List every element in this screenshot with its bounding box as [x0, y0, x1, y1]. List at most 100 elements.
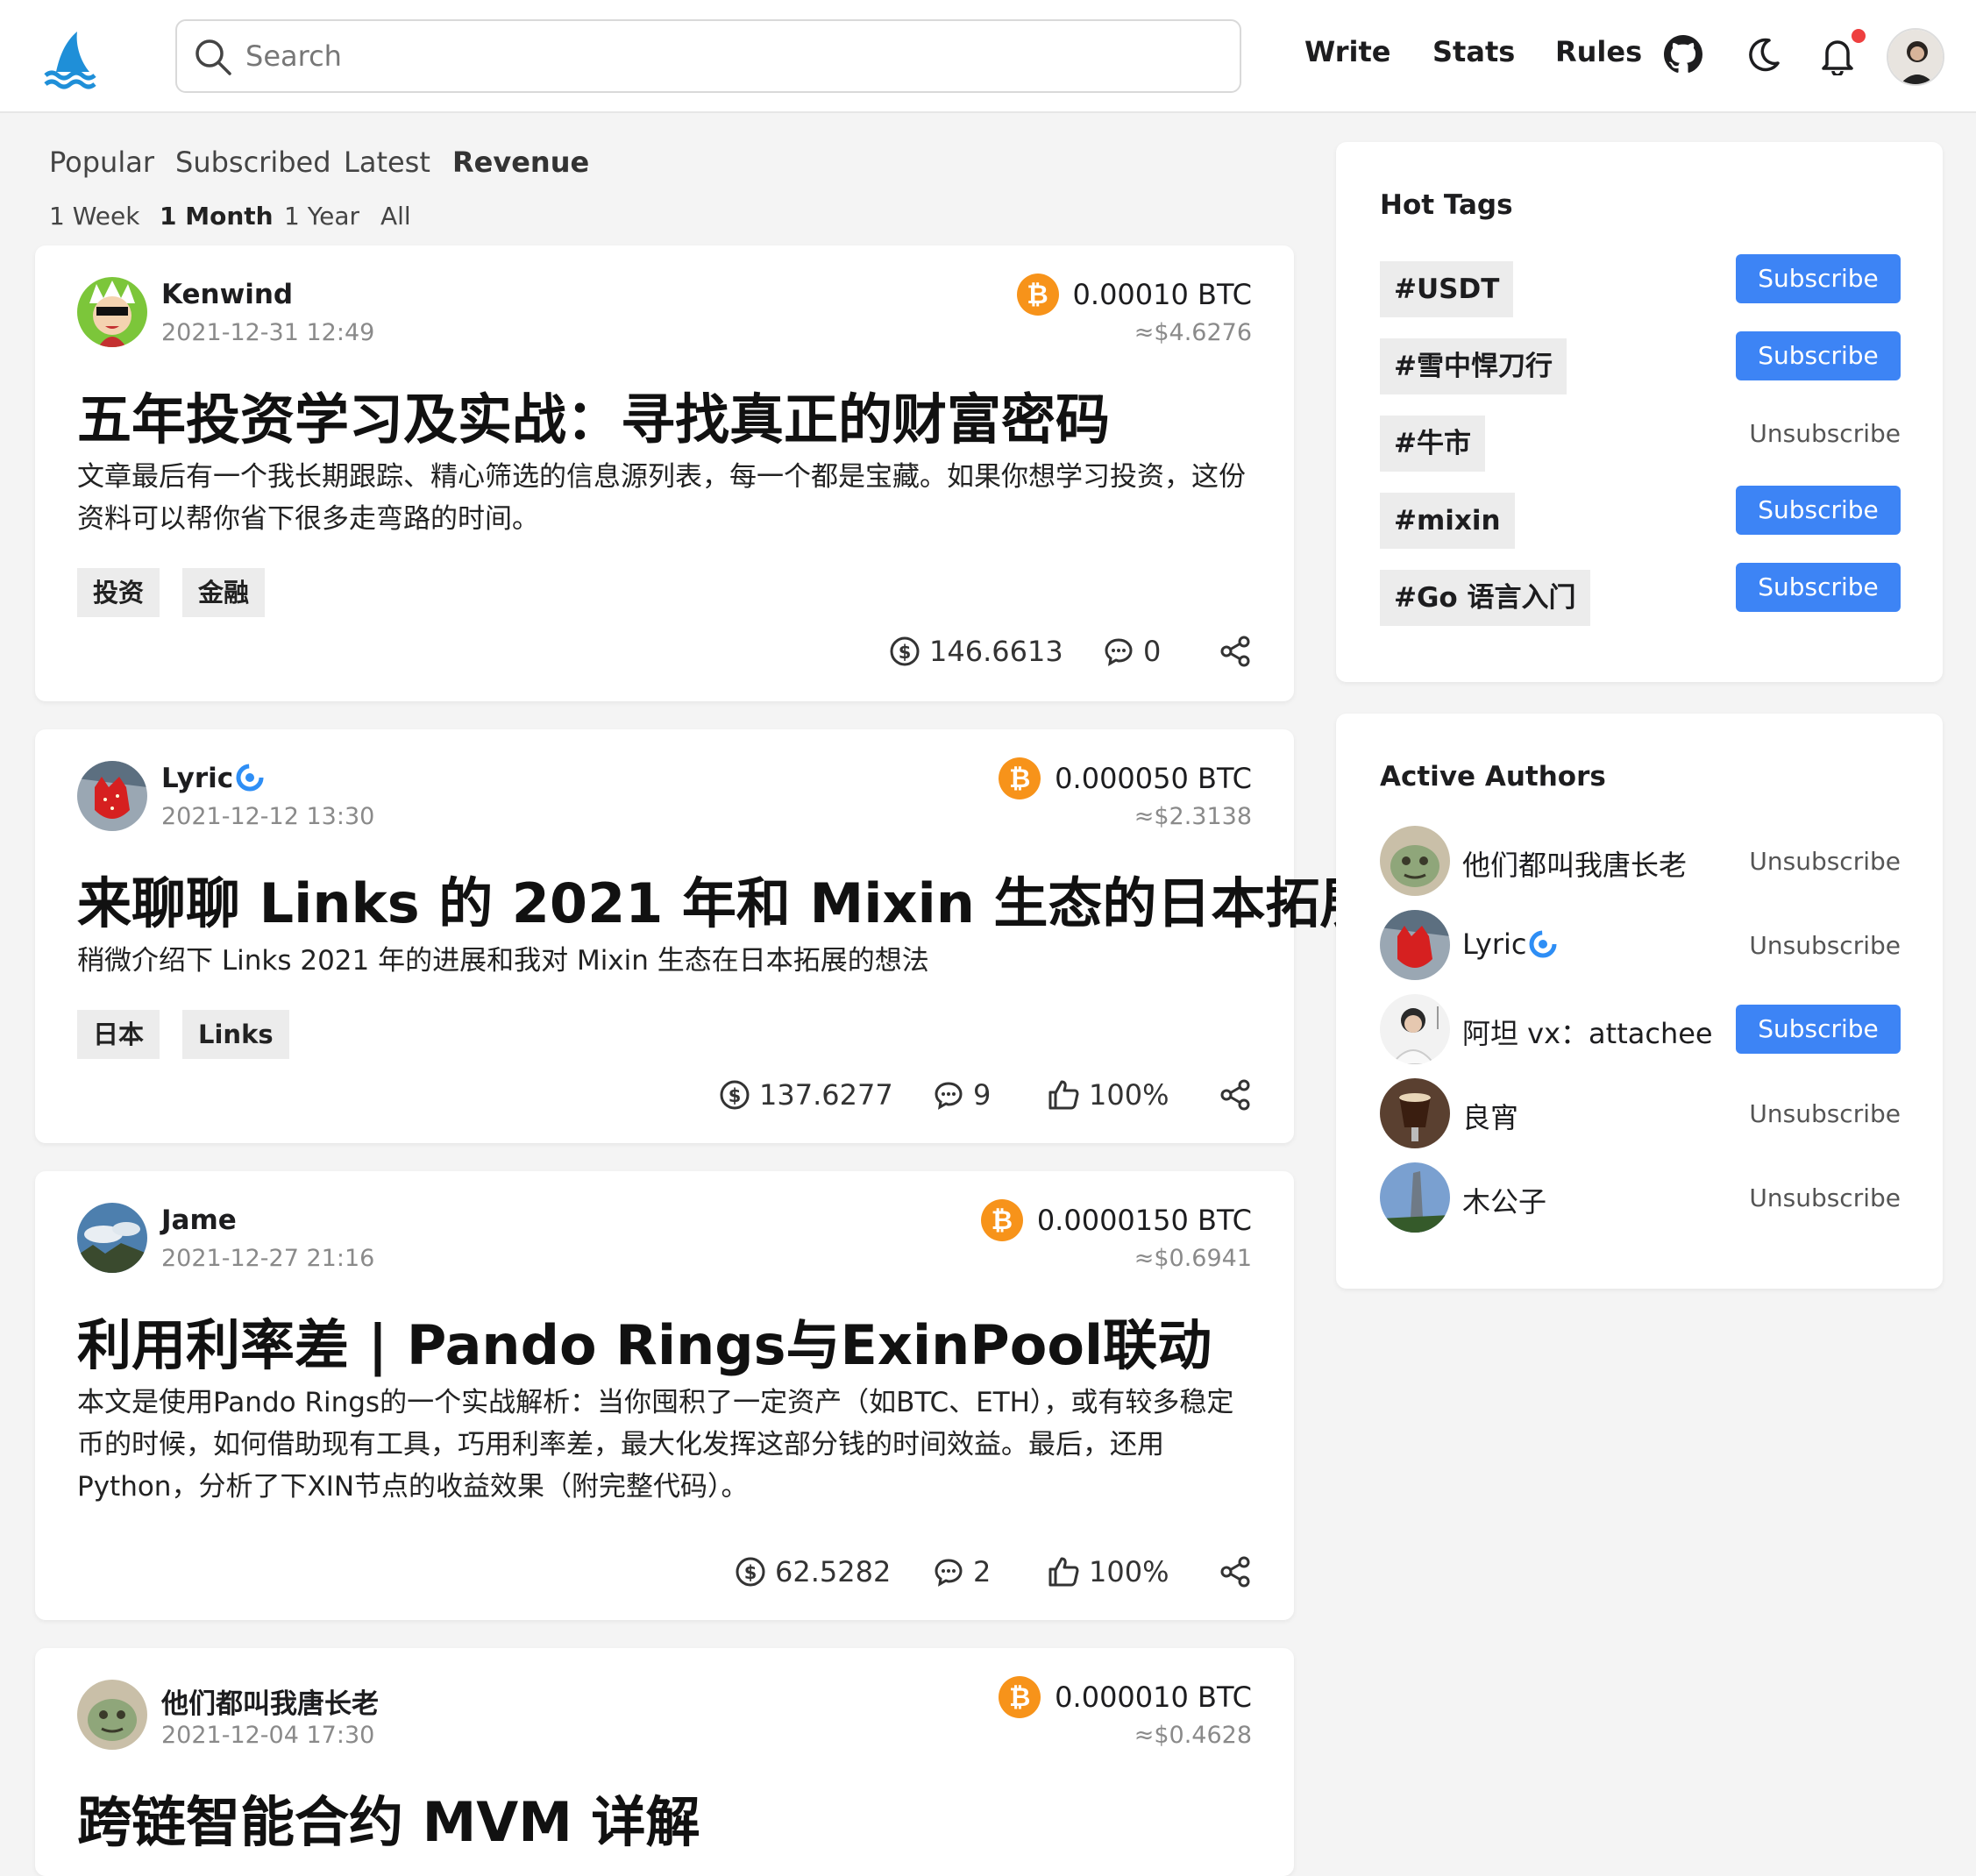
article-card[interactable]: Kenwind 2021-12-31 12:49 ₿ 0.00010 BTC ≈…	[35, 245, 1294, 701]
author-avatar[interactable]	[1380, 1078, 1450, 1148]
post-date: 2021-12-27 21:16	[161, 1245, 375, 1272]
subscribe-tag-button[interactable]: Subscribe	[1736, 254, 1901, 303]
active-author-name[interactable]: 阿坦 vx：attachee	[1462, 1012, 1713, 1052]
rules-link[interactable]: Rules	[1555, 35, 1642, 68]
active-authors-title: Active Authors	[1380, 761, 1606, 792]
comment-stat[interactable]: 0	[1103, 635, 1161, 668]
article-card[interactable]: 他们都叫我唐长老 2021-12-04 17:30 ₿ 0.000010 BTC…	[35, 1648, 1294, 1876]
stats-link[interactable]: Stats	[1432, 35, 1515, 68]
hot-tag[interactable]: #Go 语言入门	[1380, 570, 1590, 626]
unsubscribe-author-button[interactable]: Unsubscribe	[1749, 1099, 1901, 1128]
post-date: 2021-12-31 12:49	[161, 319, 375, 346]
subscribe-tag-button[interactable]: Subscribe	[1736, 331, 1901, 380]
share-button[interactable]	[1219, 635, 1252, 672]
author-avatar[interactable]	[77, 761, 147, 831]
subscribe-tag-button[interactable]: Subscribe	[1736, 563, 1901, 612]
comment-count: 9	[973, 1078, 992, 1112]
article-title[interactable]: 五年投资学习及实战：寻找真正的财富密码	[77, 375, 1110, 454]
author-avatar[interactable]	[77, 1203, 147, 1273]
author-avatar[interactable]	[1380, 994, 1450, 1064]
mixin-verified-icon	[1529, 930, 1557, 958]
active-author-name[interactable]: Lyric	[1462, 927, 1558, 961]
article-tag[interactable]: Links	[182, 1010, 289, 1059]
article-excerpt: 稍微介绍下 Links 2021 年的进展和我对 Mixin 生态在日本拓展的想…	[77, 945, 929, 977]
article-excerpt: 本文是使用Pando Rings的一个实战解析：当你囤积了一定资产（如BTC、E…	[77, 1387, 1234, 1503]
tab-popular[interactable]: Popular	[49, 146, 154, 179]
active-author-name[interactable]: 良宵	[1462, 1096, 1518, 1136]
author-name[interactable]: Jame	[161, 1204, 237, 1236]
post-date: 2021-12-04 17:30	[161, 1722, 375, 1749]
subscribe-author-button[interactable]: Subscribe	[1736, 1005, 1901, 1054]
revenue-stat: $ 146.6613	[889, 635, 1063, 668]
article-excerpt: 文章最后有一个我长期跟踪、精心筛选的信息源列表，每一个都是宝藏。如果你想学习投资…	[77, 461, 1246, 535]
like-stat[interactable]: 100%	[1047, 1555, 1169, 1588]
period-1-week[interactable]: 1 Week	[49, 202, 139, 231]
search-box[interactable]	[175, 19, 1241, 93]
period-1-month[interactable]: 1 Month	[160, 202, 274, 231]
author-avatar[interactable]	[77, 277, 147, 347]
author-name[interactable]: Kenwind	[161, 279, 293, 310]
bell-icon[interactable]	[1818, 35, 1857, 75]
article-tag[interactable]: 日本	[77, 1010, 160, 1059]
article-tag[interactable]: 金融	[182, 568, 266, 617]
period-all[interactable]: All	[380, 202, 411, 231]
moon-icon[interactable]	[1745, 35, 1783, 74]
active-author-name[interactable]: 木公子	[1462, 1180, 1546, 1220]
btc-price: 0.0000150 BTC	[1036, 1204, 1252, 1237]
author-name[interactable]: Lyric	[161, 763, 265, 794]
like-stat[interactable]: 100%	[1047, 1078, 1169, 1112]
unsubscribe-author-button[interactable]: Unsubscribe	[1749, 931, 1901, 960]
share-button[interactable]	[1219, 1078, 1252, 1115]
user-avatar[interactable]	[1887, 28, 1944, 86]
dollar-coin-icon: $	[890, 636, 920, 666]
author-avatar[interactable]	[1380, 1162, 1450, 1233]
hot-tag[interactable]: #USDT	[1380, 261, 1514, 317]
hot-tag[interactable]: #牛市	[1380, 416, 1485, 472]
active-author-name[interactable]: 他们都叫我唐长老	[1462, 843, 1687, 884]
search-icon	[195, 39, 231, 75]
author-avatar-image	[1380, 826, 1450, 896]
unsubscribe-tag-button[interactable]: Unsubscribe	[1749, 419, 1901, 448]
article-title[interactable]: 来聊聊 Links 的 2021 年和 Mixin 生态的日本拓展	[77, 859, 1374, 938]
article-card[interactable]: Jame 2021-12-27 21:16 ₿ 0.0000150 BTC ≈$…	[35, 1171, 1294, 1620]
dollar-coin-icon: $	[720, 1080, 750, 1110]
article-title[interactable]: 跨链智能合约 MVM 详解	[77, 1778, 700, 1857]
comment-stat[interactable]: 9	[933, 1078, 991, 1112]
usd-price: ≈$0.4628	[1134, 1722, 1252, 1749]
share-button[interactable]	[1219, 1555, 1252, 1592]
bitcoin-icon: ₿	[980, 1199, 1023, 1241]
thumbs-up-icon	[1048, 1080, 1079, 1110]
hot-tag[interactable]: #mixin	[1380, 493, 1515, 549]
revenue-value: 62.5282	[775, 1555, 892, 1588]
author-avatar[interactable]	[1380, 826, 1450, 896]
price-tag: ₿ 0.000050 BTC	[999, 757, 1252, 799]
article-tag[interactable]: 投资	[77, 568, 160, 617]
article-title[interactable]: 利用利率差 | Pando Rings与ExinPool联动	[77, 1301, 1212, 1380]
shark-fin-logo-icon[interactable]	[39, 26, 102, 89]
comment-icon	[1105, 638, 1133, 666]
write-link[interactable]: Write	[1304, 35, 1390, 68]
unsubscribe-author-button[interactable]: Unsubscribe	[1749, 847, 1901, 876]
comment-stat[interactable]: 2	[933, 1555, 991, 1588]
author-avatar[interactable]	[77, 1680, 147, 1750]
author-name[interactable]: 他们都叫我唐长老	[161, 1681, 379, 1721]
author-avatar[interactable]	[1380, 910, 1450, 980]
tab-subscribed[interactable]: Subscribed	[175, 146, 331, 179]
bitcoin-icon: ₿	[999, 757, 1041, 799]
like-ratio: 100%	[1089, 1078, 1169, 1112]
price-tag: ₿ 0.0000150 BTC	[980, 1199, 1252, 1241]
hot-tag[interactable]: #雪中悍刀行	[1380, 338, 1567, 394]
search-input[interactable]	[245, 33, 1210, 79]
period-1-year[interactable]: 1 Year	[284, 202, 359, 231]
thumbs-up-icon	[1048, 1557, 1079, 1587]
tab-latest[interactable]: Latest	[344, 146, 430, 179]
article-card[interactable]: Lyric 2021-12-12 13:30 ₿ 0.000050 BTC ≈$…	[35, 729, 1374, 1143]
author-avatar-image	[1380, 994, 1450, 1064]
subscribe-tag-button[interactable]: Subscribe	[1736, 486, 1901, 535]
tab-revenue[interactable]: Revenue	[452, 146, 589, 179]
user-avatar-image	[1888, 30, 1943, 84]
unsubscribe-author-button[interactable]: Unsubscribe	[1749, 1183, 1901, 1212]
github-icon[interactable]	[1664, 35, 1702, 74]
author-name-text: Lyric	[161, 763, 234, 794]
comment-icon	[935, 1559, 963, 1587]
